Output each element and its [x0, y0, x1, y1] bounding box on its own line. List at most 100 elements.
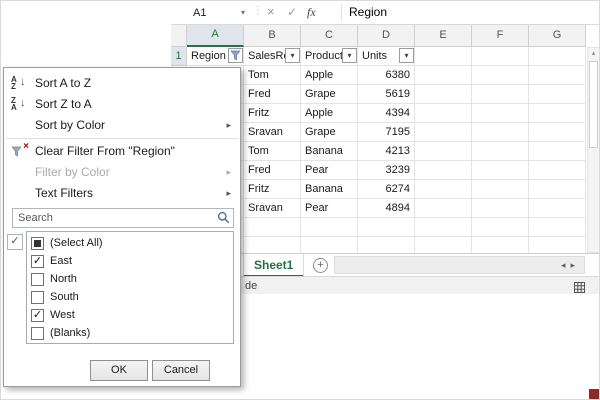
select-all-corner[interactable] — [171, 25, 187, 47]
cell-d1-text: Units — [362, 50, 387, 62]
filter-value-item[interactable]: (Blanks) — [27, 324, 233, 342]
formula-bar-value[interactable]: Region — [349, 5, 387, 19]
column-header-d[interactable]: D — [358, 25, 415, 47]
table-cell[interactable]: 4394 — [358, 104, 415, 123]
cancel-entry-icon[interactable]: × — [267, 4, 275, 19]
menu-sort-z-to-a[interactable]: ZA↓ Sort Z to A — [5, 94, 239, 115]
indeterminate-mark — [34, 240, 41, 247]
filter-value-item[interactable]: ✓ East — [27, 252, 233, 270]
column-header-e[interactable]: E — [415, 25, 472, 47]
table-cell[interactable]: Grape — [301, 123, 358, 142]
confirm-entry-icon[interactable]: ✓ — [287, 5, 297, 19]
table-cell[interactable]: 4894 — [358, 199, 415, 218]
table-row: SravanGrape7195 — [187, 123, 586, 142]
table-cell[interactable]: Apple — [301, 66, 358, 85]
table-cell[interactable]: Fred — [244, 85, 301, 104]
name-box-dropdown-icon[interactable]: ▾ — [241, 8, 249, 17]
table-cell[interactable]: 6380 — [358, 66, 415, 85]
table-cell[interactable]: 4213 — [358, 142, 415, 161]
filter-value-item[interactable]: ✓ West — [27, 306, 233, 324]
menu-text-filters[interactable]: Text Filters ▸ — [5, 183, 239, 204]
table-cell[interactable]: Sravan — [244, 123, 301, 142]
cancel-button[interactable]: Cancel — [152, 360, 210, 381]
filter-value-label: North — [50, 273, 77, 285]
menu-label: Sort by Color — [35, 118, 105, 132]
checkbox-icon[interactable] — [31, 273, 44, 286]
row-header-1[interactable]: 1 — [171, 47, 187, 66]
filter-dropdown-button-d[interactable]: ▾ — [399, 48, 414, 63]
new-sheet-button[interactable]: + — [313, 258, 328, 273]
table-row: SravanPear4894 — [187, 199, 586, 218]
horizontal-scroll-arrows: ◂▸ — [561, 260, 580, 271]
menu-label: Sort A to Z — [35, 76, 91, 90]
filter-dropdown-button-b[interactable]: ▾ — [285, 48, 300, 63]
checkbox-icon[interactable]: ✓ — [31, 255, 44, 268]
checkbox-icon[interactable] — [31, 327, 44, 340]
filter-value-item[interactable]: North — [27, 270, 233, 288]
formula-bar-divider — [341, 4, 342, 21]
filter-dropdown-button-c[interactable]: ▾ — [342, 48, 357, 63]
table-cell[interactable]: Pear — [301, 161, 358, 180]
scroll-right-icon[interactable]: ▸ — [570, 260, 580, 270]
cell-b1[interactable]: SalesRe ▾ — [244, 47, 301, 66]
clear-filter-icon: × — [11, 143, 29, 160]
menu-sort-by-color[interactable]: Sort by Color ▸ — [5, 115, 239, 136]
column-header-b[interactable]: B — [244, 25, 301, 47]
filter-value-label: East — [50, 255, 72, 267]
menu-separator — [6, 138, 238, 139]
chevron-down-icon: ▾ — [404, 52, 408, 60]
column-header-a[interactable]: A — [187, 25, 244, 47]
table-cell[interactable]: Banana — [301, 180, 358, 199]
name-box-value: A1 — [187, 7, 241, 19]
column-header-c[interactable]: C — [301, 25, 358, 47]
ok-button[interactable]: OK — [90, 360, 148, 381]
formula-bar: A1 ▾ ⋮ × ✓ fx Region — [171, 1, 599, 25]
table-cell[interactable]: 3239 — [358, 161, 415, 180]
table-cell[interactable]: Tom — [244, 66, 301, 85]
table-cell[interactable]: 5619 — [358, 85, 415, 104]
table-cell[interactable]: Apple — [301, 104, 358, 123]
filter-values-list: (Select All) ✓ East North South ✓ West (Blanks) — [26, 231, 234, 344]
table-cell[interactable]: Fritz — [244, 104, 301, 123]
table-cell[interactable]: 6274 — [358, 180, 415, 199]
cell-d1[interactable]: Units ▾ — [358, 47, 415, 66]
insert-function-button[interactable]: fx — [307, 5, 316, 20]
submenu-arrow-icon: ▸ — [226, 188, 231, 199]
table-cell[interactable]: 7195 — [358, 123, 415, 142]
search-input[interactable] — [12, 208, 234, 228]
column-header-f[interactable]: F — [472, 25, 529, 47]
horizontal-scrollbar[interactable]: ◂▸ — [334, 256, 585, 274]
normal-view-icon[interactable] — [574, 280, 585, 298]
funnel-icon — [230, 50, 241, 61]
checkbox-icon[interactable] — [31, 237, 44, 250]
table-cell[interactable]: Grape — [301, 85, 358, 104]
menu-clear-filter[interactable]: × Clear Filter From "Region" — [5, 141, 239, 162]
menu-filter-by-color: Filter by Color ▸ — [5, 162, 239, 183]
vertical-scrollbar-thumb[interactable] — [589, 61, 598, 148]
filter-funnel-button[interactable] — [228, 48, 243, 63]
filter-value-item[interactable]: (Select All) — [27, 234, 233, 252]
filter-value-label: West — [50, 309, 75, 321]
checkbox-icon[interactable] — [31, 291, 44, 304]
vertical-scrollbar[interactable]: ▴ — [587, 47, 600, 253]
filter-dropdown-panel: AZ↓ Sort A to Z ZA↓ Sort Z to A Sort by … — [3, 67, 241, 387]
check-glyph: ✓ — [10, 235, 19, 247]
table-cell[interactable]: Pear — [301, 199, 358, 218]
table-cell[interactable]: Fritz — [244, 180, 301, 199]
chevron-down-icon: ▾ — [347, 52, 351, 60]
checkbox-icon[interactable]: ✓ — [31, 309, 44, 322]
table-cell[interactable]: Sravan — [244, 199, 301, 218]
cell-c1[interactable]: Product ▾ — [301, 47, 358, 66]
table-cell[interactable]: Banana — [301, 142, 358, 161]
column-header-g[interactable]: G — [529, 25, 586, 47]
green-check-icon: ✓ — [7, 234, 23, 250]
tab-sheet1[interactable]: Sheet1 — [243, 254, 304, 277]
menu-sort-a-to-z[interactable]: AZ↓ Sort A to Z — [5, 73, 239, 94]
filter-value-item[interactable]: South — [27, 288, 233, 306]
cell-a1[interactable]: Region — [187, 47, 244, 66]
table-cell[interactable]: Fred — [244, 161, 301, 180]
plus-icon: + — [317, 259, 323, 271]
name-box[interactable]: A1 ▾ — [187, 2, 249, 23]
table-cell[interactable]: Tom — [244, 142, 301, 161]
scroll-up-icon[interactable]: ▴ — [588, 49, 599, 57]
